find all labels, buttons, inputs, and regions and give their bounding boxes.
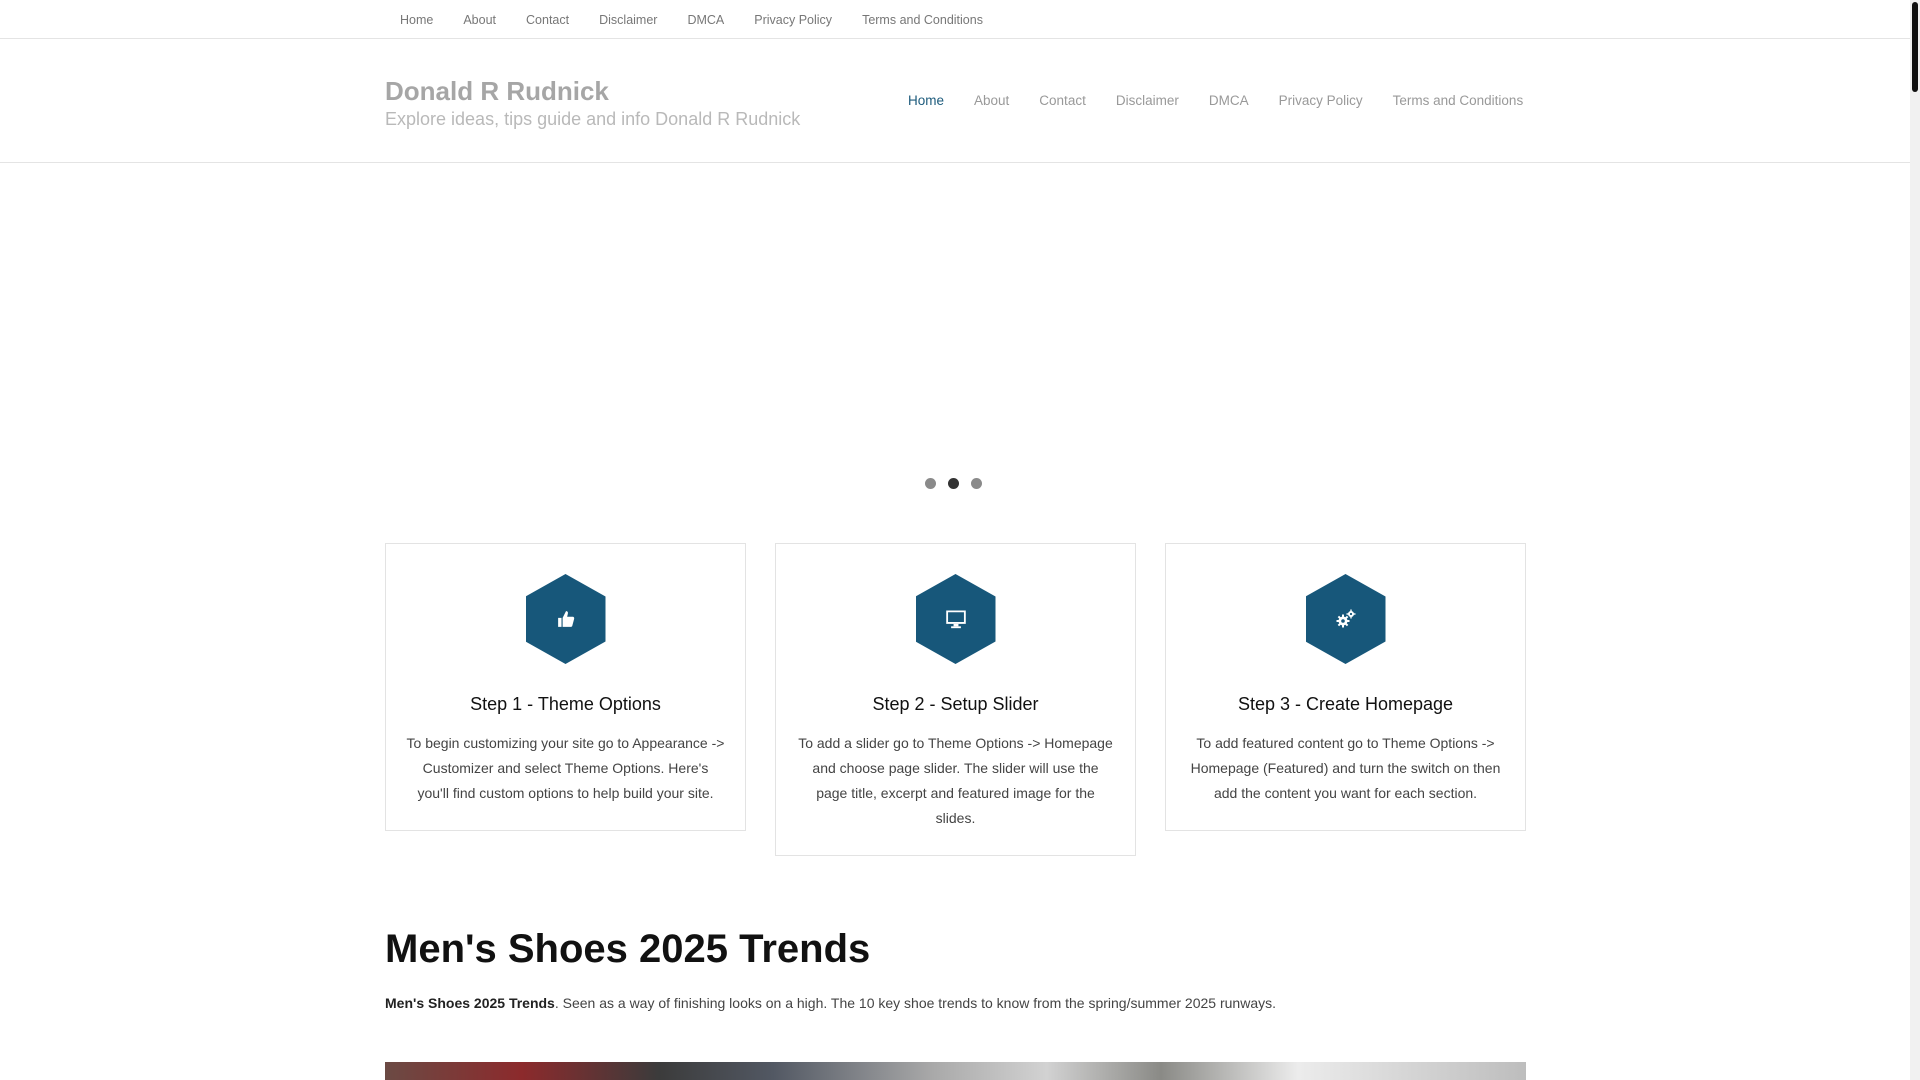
page-scrollbar[interactable] — [1910, 0, 1920, 1080]
top-menu-item-privacy-policy[interactable]: Privacy Policy — [739, 13, 847, 27]
homepage-slider — [385, 164, 1526, 494]
nav-item-contact[interactable]: Contact — [1024, 93, 1101, 108]
site-header: Donald R Rudnick Explore ideas, tips gui… — [0, 39, 1910, 163]
slider-dot-1[interactable] — [925, 478, 936, 489]
feature-card-text: To add featured content go to Theme Opti… — [1190, 735, 1501, 801]
thumbs-up-icon — [525, 574, 606, 664]
nav-item-disclaimer[interactable]: Disclaimer — [1101, 93, 1194, 108]
top-menu-item-disclaimer[interactable]: Disclaimer — [584, 13, 672, 27]
slider-dot-3[interactable] — [971, 478, 982, 489]
slider-dot-2[interactable] — [948, 478, 959, 489]
scrollbar-thumb[interactable] — [1912, 2, 1918, 92]
feature-card-text: To add a slider go to Theme Options -> H… — [798, 735, 1113, 826]
site-description: Explore ideas, tips guide and info Donal… — [385, 109, 801, 129]
top-menu-item-dmca[interactable]: DMCA — [672, 13, 739, 27]
feature-card-step-1: Step 1 - Theme Options To begin customiz… — [385, 543, 746, 831]
feature-card-step-3: Step 3 - Create Homepage To add featured… — [1165, 543, 1526, 831]
main-navigation: Home About Contact Disclaimer DMCA Priva… — [893, 93, 1538, 108]
nav-item-about[interactable]: About — [959, 93, 1024, 108]
article-intro: Men's Shoes 2025 Trends. Seen as a way o… — [385, 995, 1525, 1011]
desktop-icon — [915, 574, 996, 664]
slider-pagination — [925, 478, 982, 489]
top-bar: Home About Contact Disclaimer DMCA Priva… — [0, 0, 1910, 39]
article-intro-text: . Seen as a way of finishing looks on a … — [554, 995, 1276, 1011]
feature-card-title: Step 2 - Setup Slider — [872, 694, 1039, 714]
article-title[interactable]: Men's Shoes 2025 Trends — [385, 927, 870, 972]
top-menu-item-about[interactable]: About — [448, 13, 511, 27]
article-intro-bold: Men's Shoes 2025 Trends — [385, 995, 555, 1011]
feature-card-title: Step 3 - Create Homepage — [1237, 694, 1454, 714]
nav-item-dmca[interactable]: DMCA — [1194, 93, 1264, 108]
top-menu: Home About Contact Disclaimer DMCA Priva… — [385, 0, 998, 39]
gears-icon — [1305, 574, 1386, 664]
top-menu-item-terms[interactable]: Terms and Conditions — [847, 13, 998, 27]
feature-card-step-2: Step 2 - Setup Slider To add a slider go… — [775, 543, 1136, 856]
top-menu-item-home[interactable]: Home — [385, 13, 448, 27]
article-featured-image[interactable] — [385, 1062, 1526, 1080]
feature-card-title: Step 1 - Theme Options — [470, 694, 661, 714]
nav-item-home[interactable]: Home — [893, 93, 959, 108]
top-menu-item-contact[interactable]: Contact — [511, 13, 584, 27]
nav-item-privacy-policy[interactable]: Privacy Policy — [1264, 93, 1378, 108]
nav-item-terms[interactable]: Terms and Conditions — [1378, 93, 1539, 108]
site-title[interactable]: Donald R Rudnick — [385, 76, 609, 107]
feature-card-text: To begin customizing your site go to App… — [406, 735, 725, 801]
